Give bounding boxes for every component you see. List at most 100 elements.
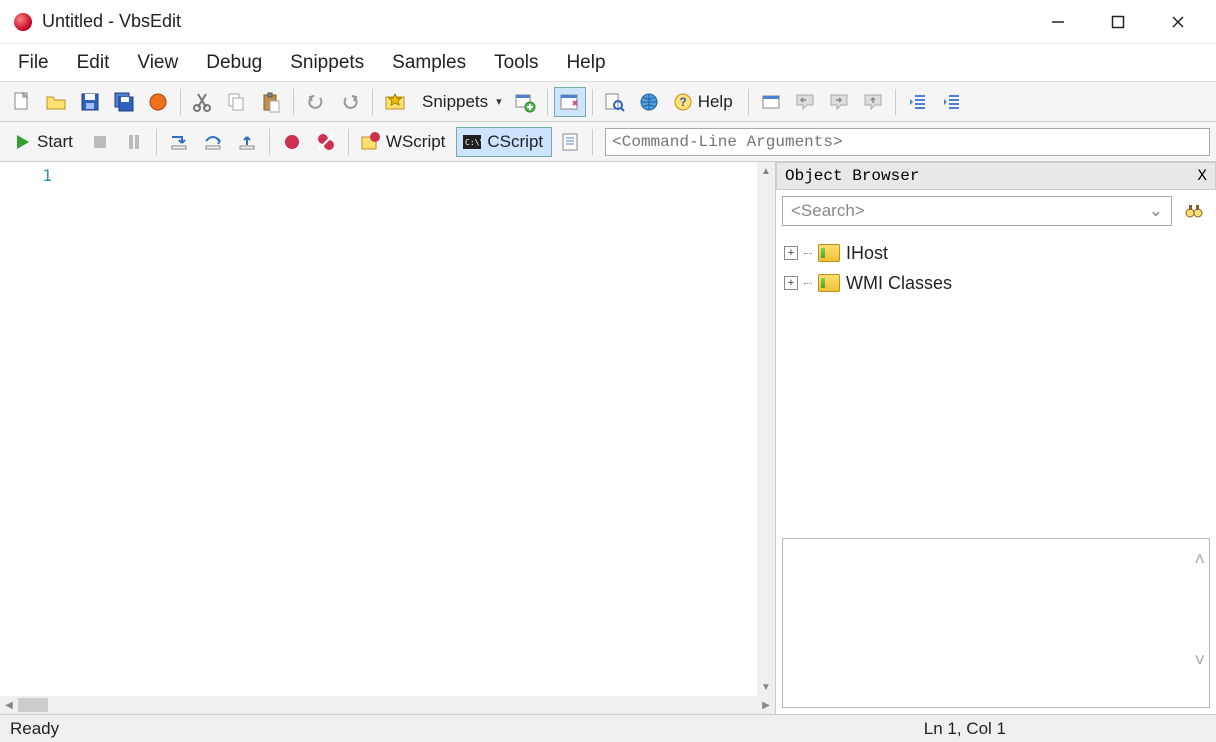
undo-button[interactable] [300,87,332,117]
stop-button[interactable] [84,127,116,157]
save-icon [79,91,101,113]
doc-icon [559,131,581,153]
tree-item-wmi-classes[interactable]: + WMI Classes [784,268,1208,298]
close-button[interactable] [1148,0,1208,44]
nav-back-button[interactable] [789,87,821,117]
play-icon [11,131,33,153]
window-button[interactable] [755,87,787,117]
tree-connector [804,283,812,284]
cut-icon [192,91,214,113]
chevron-down-icon: ⌄ [1149,201,1163,221]
clear-breakpoints-button[interactable] [310,127,342,157]
scroll-right-icon[interactable]: ▶ [757,696,775,714]
undo-icon [305,91,327,113]
step-out-button[interactable] [231,127,263,157]
clear-breakpoints-icon [315,131,337,153]
scroll-up-icon[interactable]: ▲ [757,162,775,180]
menu-debug[interactable]: Debug [194,48,274,78]
titlebar: Untitled - VbsEdit [0,0,1216,44]
step-into-icon [168,131,190,153]
menu-help[interactable]: Help [554,48,617,78]
doc-button[interactable] [554,127,586,157]
search-placeholder: <Search> [791,201,865,221]
copy-button[interactable] [221,87,253,117]
menu-view[interactable]: View [125,48,190,78]
find-button[interactable] [599,87,631,117]
open-button[interactable] [40,87,72,117]
help-button[interactable]: ?Help [667,87,742,117]
globe-icon [638,91,660,113]
tree-item-label: WMI Classes [846,273,952,294]
chevron-down-icon[interactable]: ˅ [1194,650,1205,671]
wscript-icon [360,131,382,153]
breakpoint-button[interactable] [276,127,308,157]
separator [180,89,181,115]
search-go-button[interactable] [1178,196,1210,226]
toolbar-main: Snippets ?Help [0,82,1216,122]
tree-connector [804,253,812,254]
new-button[interactable] [6,87,38,117]
save-button[interactable] [74,87,106,117]
redo-button[interactable] [334,87,366,117]
wscript-button[interactable]: WScript [355,127,455,157]
find-icon [604,91,626,113]
cut-button[interactable] [187,87,219,117]
snippets-label: Snippets [418,92,492,112]
maximize-button[interactable] [1088,0,1148,44]
menu-samples[interactable]: Samples [380,48,478,78]
step-into-button[interactable] [163,127,195,157]
panel-close-button[interactable]: X [1197,167,1207,185]
editor-pane: 1 ▲ ▼ ◀ ▶ [0,162,776,714]
scroll-thumb[interactable] [18,698,48,712]
add-snippet-button[interactable] [509,87,541,117]
class-icon [818,274,840,292]
menu-tools[interactable]: Tools [482,48,550,78]
object-browser-panel: Object Browser X <Search> ⌄ + IHost + WM… [776,162,1216,714]
editor-hscroll[interactable]: ◀ ▶ [0,696,775,714]
object-detail-pane: ˄ ˅ [782,538,1210,708]
snippets-button[interactable] [379,87,411,117]
menu-snippets[interactable]: Snippets [278,48,376,78]
separator [372,89,373,115]
minimize-button[interactable] [1028,0,1088,44]
window-controls [1028,0,1208,44]
expand-icon[interactable]: + [784,246,798,260]
start-button[interactable]: Start [6,127,82,157]
nav-fwd-button[interactable] [823,87,855,117]
object-tree[interactable]: + IHost + WMI Classes [776,232,1216,532]
save-all-button[interactable] [108,87,140,117]
scroll-track[interactable] [18,696,757,714]
toggle-panel-button[interactable] [554,87,586,117]
menu-edit[interactable]: Edit [65,48,122,78]
open-folder-icon [45,91,67,113]
chevron-up-icon[interactable]: ˄ [1194,549,1205,570]
wscript-label: WScript [382,132,450,152]
snippets-dropdown[interactable]: Snippets [413,87,507,117]
code-editor[interactable] [60,162,757,696]
tree-item-label: IHost [846,243,888,264]
cscript-button[interactable]: C:\\ CScript [456,127,552,157]
help-icon: ? [672,91,694,113]
separator [293,89,294,115]
expand-icon[interactable]: + [784,276,798,290]
editor-vscroll[interactable]: ▲ ▼ [757,162,775,696]
command-args-input[interactable] [605,128,1210,156]
add-window-icon [514,91,536,113]
object-browser-header: Object Browser X [776,162,1216,190]
cscript-label: CScript [483,132,547,152]
panel-icon [559,91,581,113]
paste-button[interactable] [255,87,287,117]
pause-button[interactable] [118,127,150,157]
web-button[interactable] [633,87,665,117]
nav-up-button[interactable] [857,87,889,117]
command-args-field[interactable] [605,128,1210,156]
scroll-left-icon[interactable]: ◀ [0,696,18,714]
step-over-button[interactable] [197,127,229,157]
menu-file[interactable]: File [6,48,61,78]
indent-button[interactable] [936,87,968,117]
object-browser-search[interactable]: <Search> ⌄ [782,196,1172,226]
record-button[interactable] [142,87,174,117]
tree-item-ihost[interactable]: + IHost [784,238,1208,268]
scroll-down-icon[interactable]: ▼ [757,678,775,696]
outdent-button[interactable] [902,87,934,117]
